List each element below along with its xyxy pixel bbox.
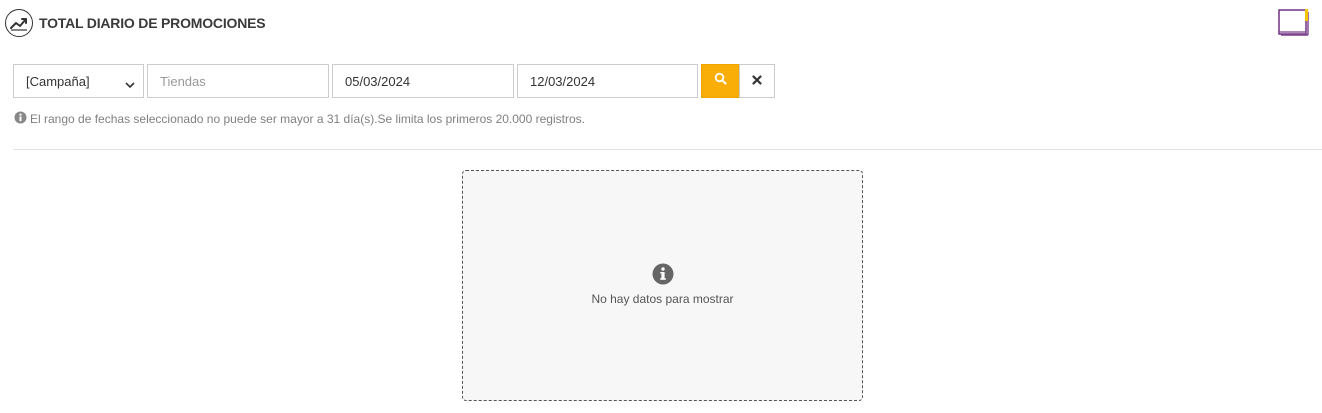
empty-state-panel: No hay datos para mostrar <box>462 170 863 401</box>
info-icon <box>652 263 674 290</box>
search-icon <box>714 72 727 90</box>
date-from-value: 05/03/2024 <box>345 73 411 89</box>
page-title: TOTAL DIARIO DE PROMOCIONES <box>39 15 266 31</box>
stores-input-placeholder: Tiendas <box>160 73 206 89</box>
clear-button[interactable] <box>739 64 775 98</box>
page: TOTAL DIARIO DE PROMOCIONES [Campaña] Ti… <box>0 0 1322 413</box>
stores-input[interactable]: Tiendas <box>147 64 329 98</box>
page-header: TOTAL DIARIO DE PROMOCIONES <box>5 9 266 37</box>
date-from-input[interactable]: 05/03/2024 <box>332 64 514 98</box>
trend-chart-icon <box>5 9 33 37</box>
search-button[interactable] <box>701 64 740 98</box>
info-icon <box>14 111 27 127</box>
date-to-input[interactable]: 12/03/2024 <box>517 64 698 98</box>
close-icon <box>752 72 762 90</box>
note-text: El rango de fechas seleccionado no puede… <box>30 112 585 126</box>
empty-state-message: No hay datos para mostrar <box>591 292 734 306</box>
campaign-select-value: [Campaña] <box>26 73 90 89</box>
date-range-note: El rango de fechas seleccionado no puede… <box>14 111 585 127</box>
chevron-down-icon <box>125 77 135 92</box>
date-to-value: 12/03/2024 <box>530 73 596 89</box>
campaign-select[interactable]: [Campaña] <box>13 64 144 98</box>
book-icon[interactable] <box>1276 8 1310 38</box>
divider <box>13 149 1322 150</box>
